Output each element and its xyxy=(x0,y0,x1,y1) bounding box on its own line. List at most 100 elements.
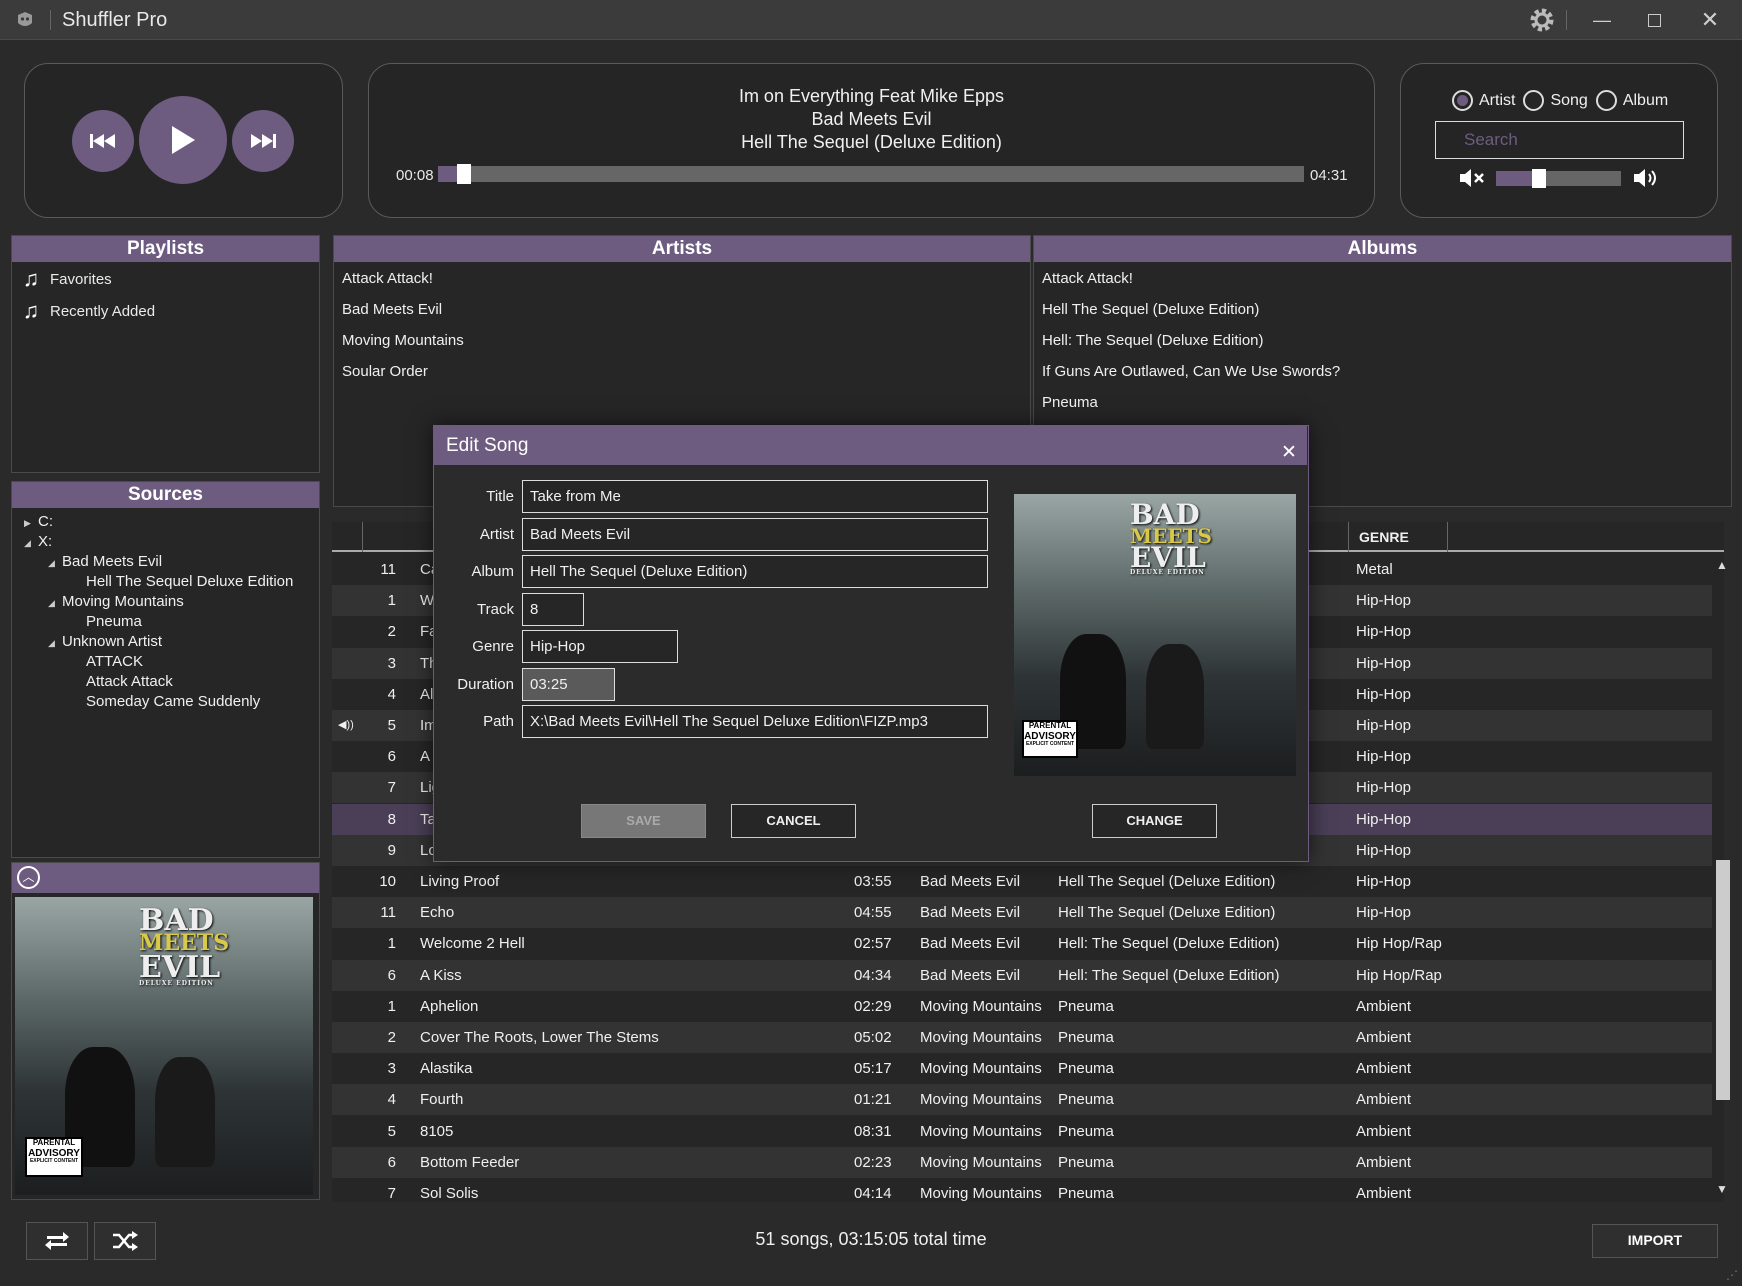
music-note-icon: ♫ xyxy=(22,266,40,291)
title-field[interactable]: Take from Me xyxy=(522,480,988,513)
artist-field[interactable]: Bad Meets Evil xyxy=(522,518,988,551)
table-row[interactable]: 4 Fourth 01:21 Moving Mountains Pneuma Ambien… xyxy=(332,1084,1712,1116)
play-button[interactable] xyxy=(139,96,227,184)
save-button[interactable]: SAVE xyxy=(581,804,706,838)
table-row[interactable]: 1 Welcome 2 Hell 02:57 Bad Meets Evil Hell: … xyxy=(332,928,1712,959)
table-row[interactable]: 11 Echo 04:55 Bad Meets Evil Hell The Sequel… xyxy=(332,897,1712,929)
radio-album[interactable]: Album xyxy=(1595,90,1668,111)
source-tree-item[interactable]: ATTACK xyxy=(24,652,319,672)
collapse-button[interactable]: ︿ xyxy=(17,866,40,889)
playlist-item-recently-added[interactable]: ♫ Recently Added xyxy=(12,295,319,327)
cell-genre: Hip-Hop xyxy=(1356,592,1412,610)
now-playing-artist: Bad Meets Evil xyxy=(811,109,932,129)
cell-track: 7 xyxy=(387,779,396,797)
cell-artist: Moving Mountains xyxy=(920,1091,1042,1109)
source-label: Bad Meets Evil xyxy=(62,553,163,570)
resize-grip-icon[interactable]: ⋰ xyxy=(1726,1268,1738,1282)
now-playing-title: Im on Everything Feat Mike Epps xyxy=(738,86,1005,106)
album-item[interactable]: Attack Attack! xyxy=(1034,263,1731,294)
radio-dot xyxy=(1452,90,1473,111)
cell-track: 4 xyxy=(387,685,396,703)
close-icon: ✕ xyxy=(1700,7,1720,32)
artist-item[interactable]: Bad Meets Evil xyxy=(334,294,1030,325)
source-tree-item[interactable]: Pneuma xyxy=(24,612,319,632)
source-tree-item[interactable]: ◢ Bad Meets Evil xyxy=(24,552,319,572)
cancel-button[interactable]: CANCEL xyxy=(731,804,856,838)
playlist-item-favorites[interactable]: ♫ Favorites xyxy=(12,263,319,295)
close-button[interactable]: ✕ xyxy=(1682,0,1738,40)
settings-button[interactable] xyxy=(1514,0,1570,40)
source-label: Unknown Artist xyxy=(62,633,163,650)
albums-header: Albums xyxy=(1034,236,1731,262)
playlists-header: Playlists xyxy=(12,236,319,262)
cell-genre: Ambient xyxy=(1356,1153,1412,1171)
source-tree-item[interactable]: ▶ C: xyxy=(24,512,319,532)
cell-album: Pneuma xyxy=(1058,1029,1114,1046)
column-header-genre[interactable]: GENRE xyxy=(1348,522,1448,552)
path-field[interactable]: X:\Bad Meets Evil\Hell The Sequel Deluxe… xyxy=(522,705,988,738)
import-button[interactable]: IMPORT xyxy=(1592,1224,1718,1258)
source-tree-item[interactable]: ◢ Unknown Artist xyxy=(24,632,319,652)
cell-title: Bottom Feeder xyxy=(420,1153,520,1171)
next-button[interactable] xyxy=(232,110,294,172)
dialog-title: Edit Song xyxy=(446,435,529,456)
table-row[interactable]: 6A Kiss 04:34 Bad Meets Evil Hell: The Sequ… xyxy=(332,959,1712,991)
cell-genre: Ambient xyxy=(1356,1029,1412,1046)
dialog-close-button[interactable]: ✕ xyxy=(1269,432,1297,463)
source-tree-item[interactable]: ◢ X: xyxy=(24,532,319,552)
scrollbar-thumb[interactable] xyxy=(1716,860,1730,1100)
table-row[interactable]: 10 Living Proof 03:55 Bad Meets Evil Hell Th… xyxy=(332,866,1712,897)
cell-track: 2 xyxy=(387,1029,396,1046)
search-mode-group: Artist Song Album xyxy=(1452,90,1668,111)
progress-thumb[interactable] xyxy=(456,164,471,184)
progress-bar[interactable] xyxy=(438,166,1304,182)
maximize-button[interactable] xyxy=(1626,0,1682,40)
radio-song[interactable]: Song xyxy=(1523,90,1588,111)
artist-item[interactable]: Attack Attack! xyxy=(334,263,1030,294)
radio-artist[interactable]: Artist xyxy=(1452,90,1515,111)
cell-genre: Hip-Hop xyxy=(1356,779,1412,797)
source-label: Hell The Sequel Deluxe Edition xyxy=(86,573,294,590)
logo-line: EVIL xyxy=(139,949,221,985)
cell-title: Living Proof xyxy=(420,873,500,890)
expand-arrow-icon[interactable]: ◢ xyxy=(24,533,38,553)
mute-button[interactable] xyxy=(1458,167,1486,193)
change-cover-button[interactable]: CHANGE xyxy=(1092,804,1217,838)
album-field[interactable]: Hell The Sequel (Deluxe Edition) xyxy=(522,555,988,588)
search-input[interactable] xyxy=(1435,121,1684,159)
previous-button[interactable] xyxy=(72,110,134,172)
source-tree-item[interactable]: Attack Attack xyxy=(24,672,319,692)
scroll-up-arrow[interactable]: ▲ xyxy=(1716,558,1728,572)
table-row[interactable]: 6 Bottom Feeder 02:23 Moving Mountains Pneum… xyxy=(332,1146,1712,1178)
source-tree-item[interactable]: ◢ Moving Mountains xyxy=(24,592,319,612)
table-row[interactable]: 7 Sol Solis 04:14 Moving Mountains Pneuma Amb… xyxy=(332,1178,1712,1202)
album-item[interactable]: Hell The Sequel (Deluxe Edition) xyxy=(1034,294,1731,325)
expand-arrow-icon[interactable]: ◢ xyxy=(48,593,62,613)
expand-arrow-icon[interactable]: ◢ xyxy=(48,553,62,573)
genre-field[interactable]: Hip-Hop xyxy=(522,630,678,663)
artist-item[interactable]: Moving Mountains xyxy=(334,325,1030,356)
volume-max-button[interactable] xyxy=(1632,167,1660,193)
source-label: Pneuma xyxy=(86,613,142,630)
album-item[interactable]: Hell: The Sequel (Deluxe Edition) xyxy=(1034,325,1731,356)
cell-genre: Ambient xyxy=(1356,1122,1412,1140)
minimize-button[interactable]: — xyxy=(1574,0,1630,40)
cell-genre: Ambient xyxy=(1356,997,1412,1015)
volume-thumb[interactable] xyxy=(1531,169,1546,188)
table-row[interactable]: 5 8105 08:31 Moving Mountains Pneuma Ambient xyxy=(332,1116,1712,1147)
source-label: Attack Attack xyxy=(86,673,173,690)
expand-arrow-icon[interactable]: ▶ xyxy=(24,513,38,533)
album-item[interactable]: Pneuma xyxy=(1034,387,1731,418)
table-row[interactable]: 1 Aphelion 02:29 Moving Mountains Pneuma Ambi… xyxy=(332,991,1712,1022)
expand-arrow-icon[interactable]: ◢ xyxy=(48,633,62,653)
music-note-icon: ♫ xyxy=(22,298,40,323)
artist-item[interactable]: Soular Order xyxy=(334,356,1030,387)
table-row[interactable]: 2 Cover The Roots, Lower The Stems 05:02 Mo… xyxy=(332,1022,1712,1053)
source-tree-item[interactable]: Someday Came Suddenly xyxy=(24,692,319,712)
radio-dot xyxy=(1523,90,1545,111)
scroll-down-arrow[interactable]: ▼ xyxy=(1716,1182,1728,1196)
table-row[interactable]: 3 Alastika 05:17 Moving Mountains Pneuma Ambi… xyxy=(332,1053,1712,1084)
track-field[interactable]: 8 xyxy=(522,593,584,626)
album-item[interactable]: If Guns Are Outlawed, Can We Use Swords? xyxy=(1034,356,1731,387)
source-tree-item[interactable]: Hell The Sequel Deluxe Edition xyxy=(24,572,319,592)
